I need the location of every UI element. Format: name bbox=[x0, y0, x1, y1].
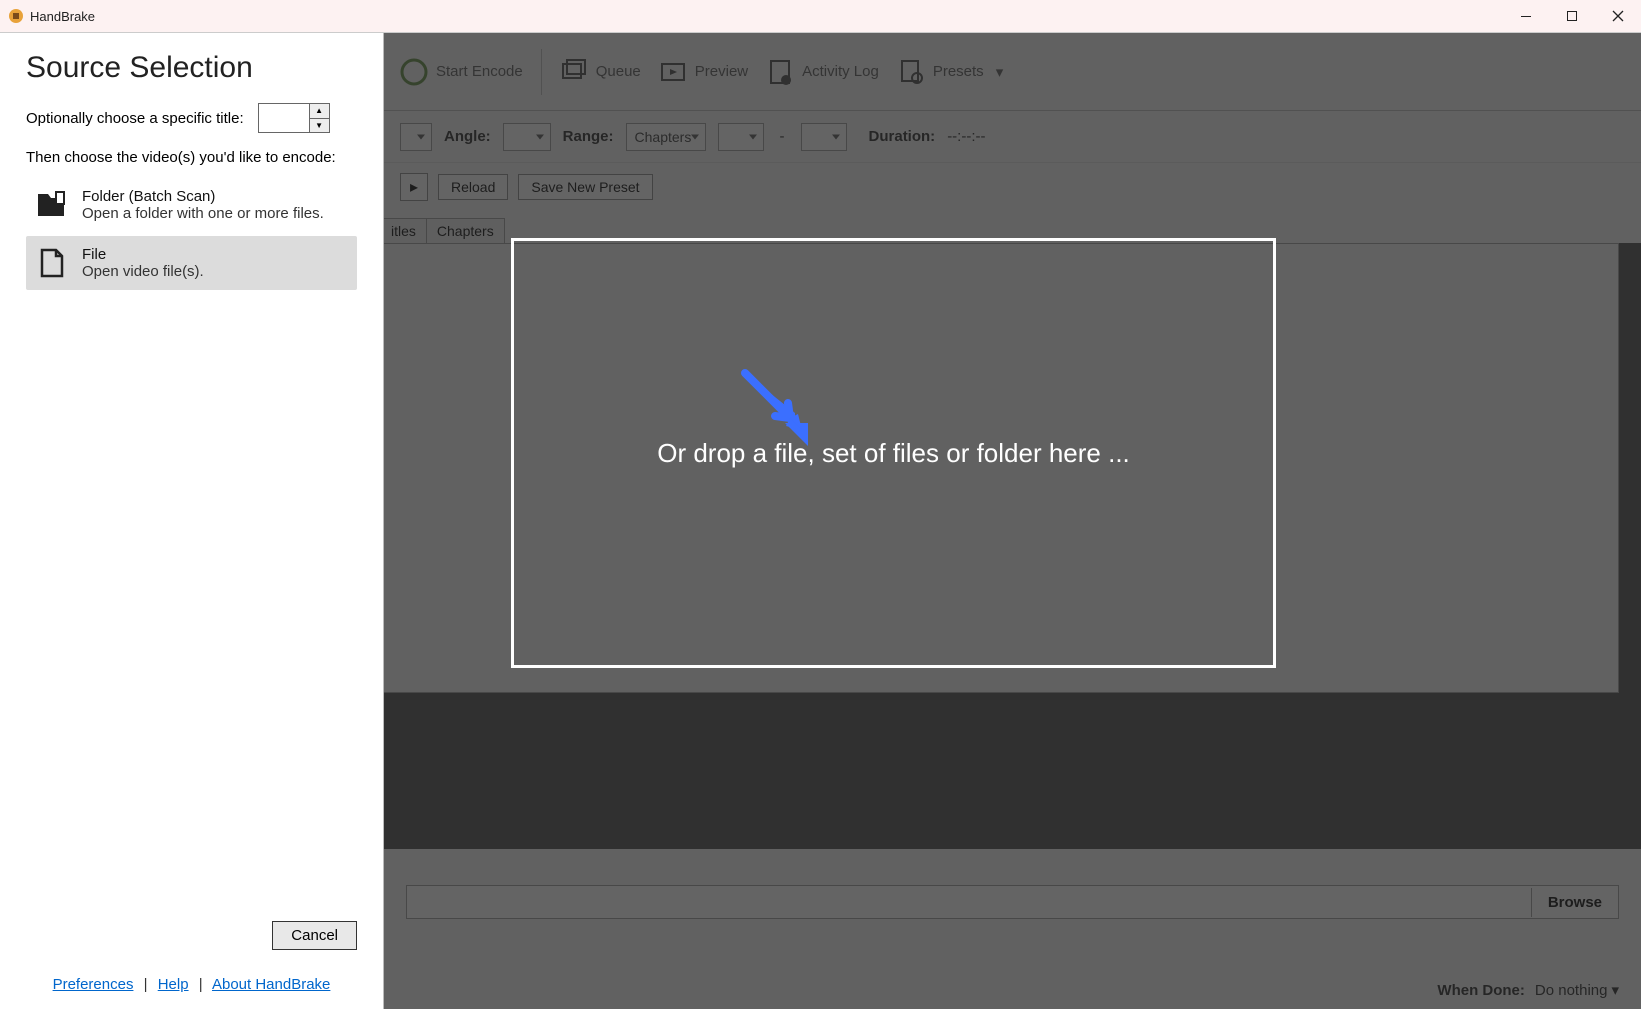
about-link[interactable]: About HandBrake bbox=[212, 976, 330, 993]
cancel-button[interactable]: Cancel bbox=[272, 921, 357, 950]
panel-heading: Source Selection bbox=[26, 51, 357, 85]
app-title: HandBrake bbox=[30, 9, 95, 24]
title-number-input[interactable] bbox=[259, 104, 309, 132]
spinner-down[interactable]: ▼ bbox=[310, 119, 329, 133]
title-number-spinner[interactable]: ▲ ▼ bbox=[258, 103, 330, 133]
link-separator: | bbox=[138, 976, 154, 993]
panel-instruction: Then choose the video(s) you'd like to e… bbox=[26, 149, 357, 166]
folder-icon bbox=[34, 188, 68, 222]
source-option-folder[interactable]: Folder (Batch Scan) Open a folder with o… bbox=[26, 178, 357, 232]
drop-zone[interactable]: Or drop a file, set of files or folder h… bbox=[511, 238, 1276, 668]
help-link[interactable]: Help bbox=[158, 976, 189, 993]
drop-zone-text: Or drop a file, set of files or folder h… bbox=[657, 438, 1130, 469]
maximize-button[interactable] bbox=[1549, 0, 1595, 32]
folder-option-desc: Open a folder with one or more files. bbox=[82, 205, 324, 222]
spinner-up[interactable]: ▲ bbox=[310, 104, 329, 119]
file-icon bbox=[34, 246, 68, 280]
app-icon bbox=[8, 8, 24, 24]
source-option-file[interactable]: File Open video file(s). bbox=[26, 236, 357, 290]
title-select-label: Optionally choose a specific title: bbox=[26, 110, 244, 127]
source-selection-panel: Source Selection Optionally choose a spe… bbox=[0, 33, 384, 1009]
titlebar: HandBrake bbox=[0, 0, 1641, 32]
panel-footer-links: Preferences | Help | About HandBrake bbox=[26, 976, 357, 999]
preferences-link[interactable]: Preferences bbox=[53, 976, 134, 993]
link-separator: | bbox=[193, 976, 209, 993]
close-button[interactable] bbox=[1595, 0, 1641, 32]
folder-option-title: Folder (Batch Scan) bbox=[82, 188, 324, 205]
file-option-desc: Open video file(s). bbox=[82, 263, 204, 280]
minimize-button[interactable] bbox=[1503, 0, 1549, 32]
file-option-title: File bbox=[82, 246, 204, 263]
